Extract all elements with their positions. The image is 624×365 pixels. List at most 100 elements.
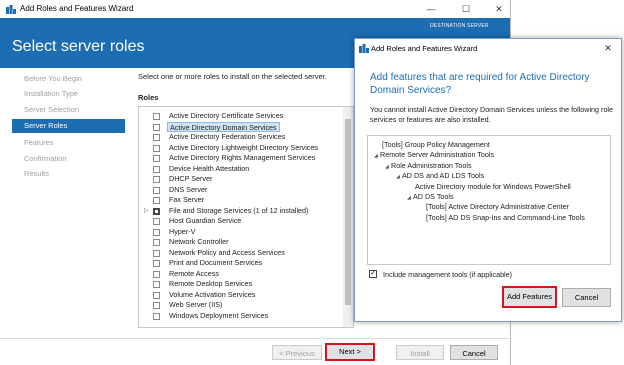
role-checkbox[interactable] xyxy=(153,312,160,320)
minimize-button[interactable]: — xyxy=(420,0,442,18)
role-checkbox[interactable] xyxy=(153,260,160,267)
role-label: Active Directory Lightweight Directory S… xyxy=(169,142,318,152)
nav-item-before-you-begin[interactable]: Before You Begin xyxy=(24,72,82,86)
tree-item-label: AD DS Tools xyxy=(413,192,454,201)
roles-scrollbar[interactable] xyxy=(343,107,353,327)
dialog-description: You cannot install Active Directory Doma… xyxy=(370,105,614,124)
role-row[interactable]: Active Directory Federation Services xyxy=(139,132,343,143)
role-row[interactable]: Volume Activation Services xyxy=(139,290,343,301)
tree-item: [Tools] Group Policy Management xyxy=(382,140,490,150)
role-row[interactable]: ▷ File and Storage Services (1 of 12 inst… xyxy=(139,206,343,217)
add-features-button[interactable]: Add Features xyxy=(502,286,557,308)
role-checkbox[interactable] xyxy=(153,239,160,246)
role-checkbox[interactable] xyxy=(153,281,160,288)
role-label: Fax Server xyxy=(169,195,205,204)
page-title: Select server roles xyxy=(12,38,145,55)
role-label: Device Health Attestation xyxy=(169,163,250,173)
destination-server-label: DESTINATION SERVER xyxy=(430,23,489,29)
role-label: Network Policy and Access Services xyxy=(169,247,285,257)
role-label: DHCP Server xyxy=(169,174,213,183)
nav-item-results[interactable]: Results xyxy=(24,167,49,181)
role-row[interactable]: Remote Access xyxy=(139,269,343,280)
server-manager-icon xyxy=(6,5,16,14)
cancel-button[interactable]: Cancel xyxy=(450,345,498,360)
role-row[interactable]: Hyper-V xyxy=(139,227,343,238)
role-row[interactable]: Host Guardian Service xyxy=(139,216,343,227)
roles-list[interactable]: Active Directory Certificate Services Act… xyxy=(138,106,354,328)
role-row[interactable]: Print and Document Services xyxy=(139,258,343,269)
role-row[interactable]: Fax Server xyxy=(139,195,343,206)
nav-item-server-selection[interactable]: Server Selection xyxy=(24,103,79,117)
role-row[interactable]: DNS Server xyxy=(139,185,343,196)
install-button[interactable]: Install xyxy=(396,345,444,360)
dialog-close-icon[interactable]: ✕ xyxy=(600,41,616,55)
role-label: Hyper-V xyxy=(169,226,196,236)
role-row[interactable]: Active Directory Rights Management Servi… xyxy=(139,153,343,164)
role-checkbox[interactable] xyxy=(153,218,160,225)
role-checkbox[interactable] xyxy=(153,302,160,309)
role-row[interactable]: Windows Deployment Services xyxy=(139,311,343,322)
tree-item-label: Role Administration Tools xyxy=(391,160,472,170)
window-title: Add Roles and Features Wizard xyxy=(20,4,134,13)
role-label: Active Directory Domain Services xyxy=(167,121,280,132)
role-checkbox[interactable] xyxy=(153,186,160,194)
role-label: Active Directory Rights Management Servi… xyxy=(169,153,316,162)
next-button[interactable]: Next > xyxy=(325,343,375,361)
include-management-tools-checkbox[interactable]: ✓ xyxy=(369,270,377,278)
role-checkbox[interactable] xyxy=(153,134,160,141)
tree-item: ◢ AD DS Tools xyxy=(407,192,454,203)
role-checkbox[interactable] xyxy=(153,113,160,120)
role-checkbox[interactable] xyxy=(153,291,160,299)
required-features-tree[interactable]: [Tools] Group Policy Management ◢ Remote S… xyxy=(367,135,611,265)
role-label: Active Directory Certificate Services xyxy=(169,111,284,120)
tree-item: ◢ AD DS and AD LDS Tools xyxy=(396,171,484,182)
tree-item-label: [Tools] Active Directory Administrative … xyxy=(426,202,569,212)
role-checkbox[interactable] xyxy=(153,155,160,162)
nav-item-features[interactable]: Features xyxy=(24,136,54,150)
dialog-cancel-button[interactable]: Cancel xyxy=(562,288,611,307)
roles-heading: Roles xyxy=(138,93,159,102)
scrollbar-thumb[interactable] xyxy=(345,119,351,305)
role-checkbox[interactable] xyxy=(153,207,160,215)
role-label: Network Controller xyxy=(169,237,229,246)
role-row[interactable]: Network Controller xyxy=(139,237,343,248)
dialog-heading: Add features that are required for Activ… xyxy=(370,72,590,96)
role-checkbox[interactable] xyxy=(153,249,160,257)
role-checkbox[interactable] xyxy=(153,197,160,204)
tree-item: [Tools] Active Directory Administrative … xyxy=(426,202,569,212)
expand-arrow-icon[interactable]: ▷ xyxy=(144,206,149,217)
maximize-button[interactable]: ☐ xyxy=(455,0,477,18)
role-checkbox[interactable] xyxy=(153,228,160,236)
role-row[interactable]: Active Directory Certificate Services xyxy=(139,111,343,122)
nav-item-confirmation[interactable]: Confirmation xyxy=(24,152,67,166)
role-row[interactable]: Active Directory Lightweight Directory S… xyxy=(139,143,343,154)
role-checkbox[interactable] xyxy=(153,270,160,278)
footer-divider xyxy=(0,338,510,339)
nav-item-server-roles[interactable]: Server Roles xyxy=(12,119,125,133)
role-checkbox[interactable] xyxy=(153,176,160,183)
nav-item-installation-type[interactable]: Installation Type xyxy=(24,87,78,101)
tree-item: [Tools] AD DS Snap-Ins and Command-Line … xyxy=(426,213,585,223)
role-row[interactable]: DHCP Server xyxy=(139,174,343,185)
role-row[interactable]: Web Server (IIS) xyxy=(139,300,343,311)
role-label: Host Guardian Service xyxy=(169,216,242,225)
title-bar: Add Roles and Features Wizard — ☐ ✕ xyxy=(0,0,510,18)
role-row[interactable]: Active Directory Domain Services xyxy=(139,121,343,132)
role-checkbox[interactable] xyxy=(153,123,160,131)
previous-button[interactable]: < Previous xyxy=(272,345,322,360)
dialog-title: Add Roles and Features Wizard xyxy=(371,44,478,53)
role-label: Remote Access xyxy=(169,268,219,278)
role-checkbox[interactable] xyxy=(153,144,160,152)
intro-text: Select one or more roles to install on t… xyxy=(138,72,327,81)
dialog-title-bar: Add Roles and Features Wizard ✕ xyxy=(355,39,621,57)
tree-item: ◢ Remote Server Administration Tools xyxy=(374,150,494,161)
role-label: File and Storage Services (1 of 12 insta… xyxy=(169,205,309,215)
role-row[interactable]: Device Health Attestation xyxy=(139,164,343,175)
close-button[interactable]: ✕ xyxy=(488,0,510,18)
role-row[interactable]: Network Policy and Access Services xyxy=(139,248,343,259)
role-label: Remote Desktop Services xyxy=(169,279,253,288)
role-checkbox[interactable] xyxy=(153,165,160,173)
role-row[interactable]: Remote Desktop Services xyxy=(139,279,343,290)
tree-item-label: Remote Server Administration Tools xyxy=(380,150,495,160)
role-label: DNS Server xyxy=(169,184,208,194)
